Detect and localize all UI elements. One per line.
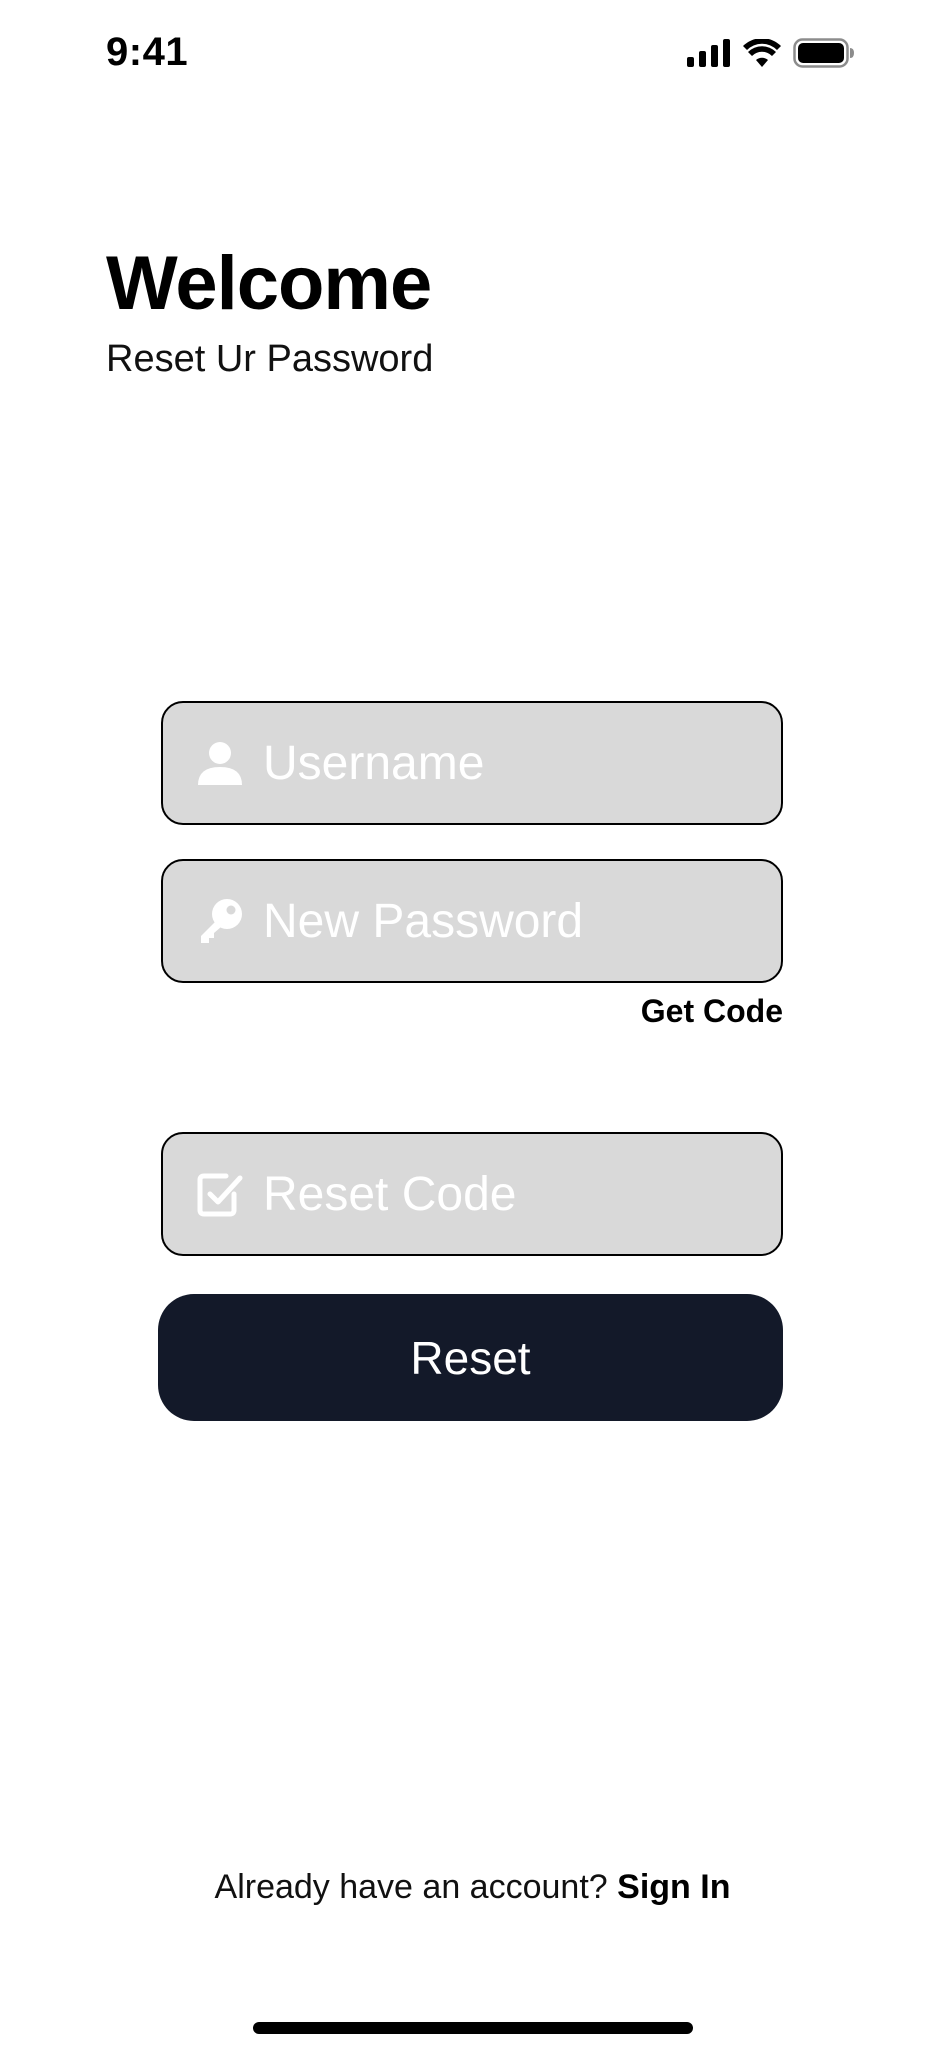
home-indicator[interactable] [253,2022,693,2034]
page-title: Welcome [106,241,432,326]
checkbox-icon [195,1169,245,1219]
key-icon [195,896,245,946]
new-password-field[interactable] [161,859,783,983]
battery-icon [793,38,855,73]
sign-in-link[interactable]: Sign In [617,1868,730,1906]
reset-code-input[interactable] [263,1166,763,1222]
get-code-link[interactable]: Get Code [641,993,783,1030]
wifi-icon [743,38,781,72]
new-password-input[interactable] [263,893,763,949]
username-field[interactable] [161,701,783,825]
signin-prompt-text: Already have an account? [214,1868,608,1906]
reset-code-field[interactable] [161,1132,783,1256]
page-subtitle: Reset Ur Password [106,338,434,380]
reset-button[interactable]: Reset [158,1294,783,1421]
signin-prompt-line: Already have an account? Sign In [0,1868,945,1907]
status-time: 9:41 [106,30,189,74]
cellular-signal-icon [687,39,731,72]
status-icons [687,38,855,73]
user-icon [195,738,245,788]
username-input[interactable] [263,735,763,791]
